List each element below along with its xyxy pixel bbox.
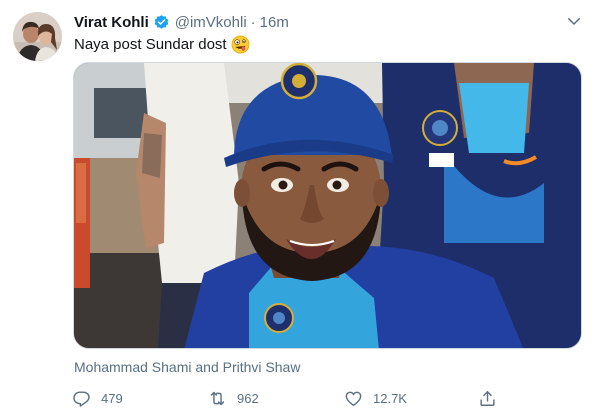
photo-image [74, 63, 581, 348]
avatar[interactable] [13, 12, 62, 61]
chevron-down-icon[interactable] [565, 12, 583, 30]
tweet-text-content: Naya post Sundar dost [74, 35, 227, 53]
retweet-count: 962 [237, 390, 259, 406]
like-count: 12.7K [373, 390, 407, 406]
avatar-image [13, 12, 62, 61]
reply-count: 479 [101, 390, 123, 406]
share-icon [480, 390, 495, 406]
zany-face-emoji-icon [231, 35, 250, 54]
verified-badge-icon [153, 14, 170, 31]
tweet-photo[interactable] [73, 62, 582, 349]
tweet-actions: 479 962 12.7K [72, 386, 502, 410]
author-handle[interactable]: @imVkohli [175, 14, 247, 31]
separator-dot: · [250, 13, 256, 31]
tweet-text: Naya post Sundar dost [74, 33, 250, 55]
reply-button[interactable]: 479 [72, 386, 123, 410]
tagged-people[interactable]: Mohammad Shami and Prithvi Shaw [74, 359, 300, 375]
tweet-timestamp[interactable]: 16m [260, 14, 289, 31]
like-button[interactable]: 12.7K [344, 386, 407, 410]
retweet-button[interactable]: 962 [208, 386, 259, 410]
retweet-icon [210, 391, 225, 405]
share-button[interactable] [478, 386, 507, 410]
tweet-header: Virat Kohli @imVkohli · 16m [74, 12, 289, 32]
heart-icon [345, 391, 362, 406]
author-name[interactable]: Virat Kohli [74, 14, 149, 31]
reply-icon [73, 390, 90, 407]
tweet[interactable]: Virat Kohli @imVkohli · 16m Naya post Su… [0, 0, 598, 419]
